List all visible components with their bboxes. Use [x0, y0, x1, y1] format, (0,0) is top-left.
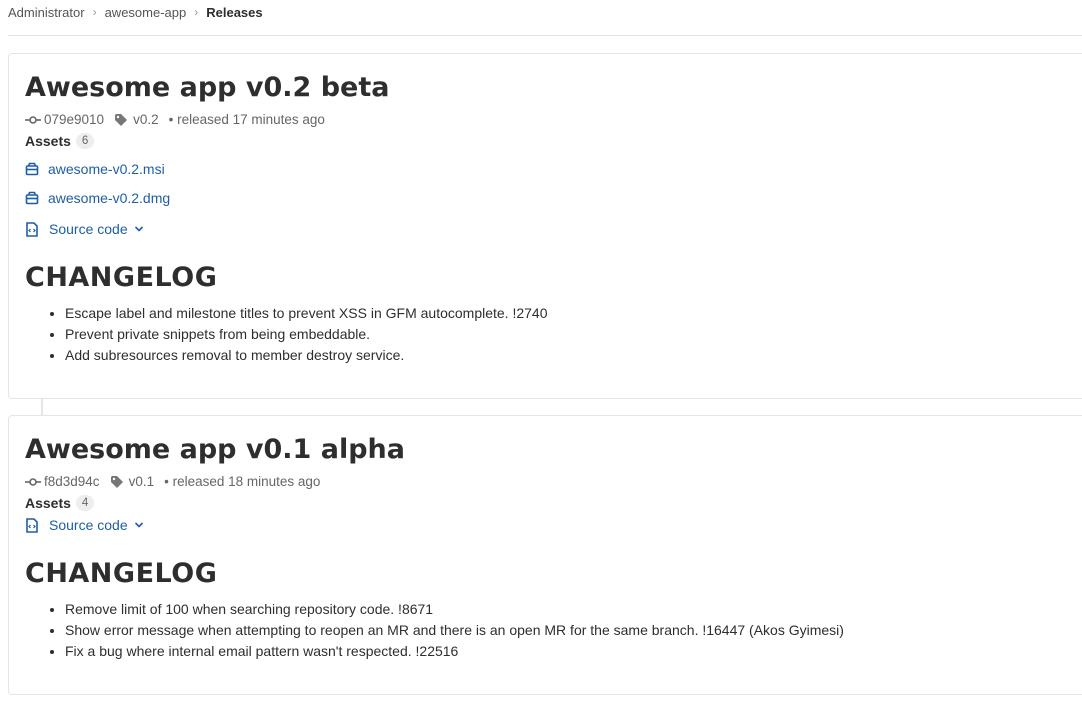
commit-icon	[25, 476, 41, 488]
chevron-down-icon	[134, 225, 144, 233]
breadcrumb-item-administrator[interactable]: Administrator	[8, 5, 85, 20]
doc-code-icon	[25, 221, 39, 237]
release-card: Awesome app v0.1 alpha f8d3d94c v0.1 • r…	[8, 415, 1082, 695]
tag-icon	[110, 475, 124, 489]
released-time: • released 18 minutes ago	[164, 474, 321, 489]
assets-label: Assets 6	[25, 133, 95, 149]
released-time: • released 17 minutes ago	[168, 112, 325, 127]
release-card: Awesome app v0.2 beta 079e9010 v0.2 • re…	[8, 53, 1082, 399]
changelog-heading: CHANGELOG	[25, 262, 218, 293]
asset-link[interactable]: awesome-v0.2.dmg	[25, 190, 170, 206]
release-title[interactable]: Awesome app v0.1 alpha	[25, 434, 405, 465]
tag-icon	[114, 113, 128, 127]
release-notes: Escape label and milestone titles to pre…	[25, 303, 548, 366]
breadcrumb-item-awesome-app[interactable]: awesome-app	[105, 5, 187, 20]
package-icon	[25, 191, 39, 205]
assets-label: Assets 4	[25, 495, 95, 511]
list-item: Show error message when attempting to re…	[65, 620, 844, 641]
tag-name[interactable]: v0.2	[133, 112, 159, 127]
list-item: Remove limit of 100 when searching repos…	[65, 599, 844, 620]
list-item: Add subresources removal to member destr…	[65, 345, 548, 366]
changelog-heading: CHANGELOG	[25, 558, 218, 589]
release-meta: f8d3d94c v0.1 • released 18 minutes ago	[25, 474, 320, 489]
breadcrumb-item-releases: Releases	[206, 5, 263, 20]
asset-link[interactable]: awesome-v0.2.msi	[25, 161, 165, 177]
source-code-dropdown[interactable]: Source code	[25, 221, 144, 237]
breadcrumb: Administrator › awesome-app › Releases	[8, 0, 1082, 36]
breadcrumb-chevron-icon: ›	[92, 5, 97, 19]
source-code-dropdown[interactable]: Source code	[25, 517, 144, 533]
assets-count-badge: 6	[75, 133, 95, 149]
assets-count-badge: 4	[75, 495, 95, 511]
package-icon	[25, 162, 39, 176]
commit-sha[interactable]: f8d3d94c	[44, 474, 100, 489]
release-notes: Remove limit of 100 when searching repos…	[25, 599, 844, 662]
list-item: Fix a bug where internal email pattern w…	[65, 641, 844, 662]
breadcrumb-chevron-icon: ›	[194, 5, 199, 19]
tag-name[interactable]: v0.1	[129, 474, 155, 489]
releases-page: Administrator › awesome-app › Releases A…	[0, 0, 1082, 704]
list-item: Prevent private snippets from being embe…	[65, 324, 548, 345]
release-meta: 079e9010 v0.2 • released 17 minutes ago	[25, 112, 325, 127]
list-item: Escape label and milestone titles to pre…	[65, 303, 548, 324]
commit-sha[interactable]: 079e9010	[44, 112, 104, 127]
commit-icon	[25, 114, 41, 126]
doc-code-icon	[25, 517, 39, 533]
release-title[interactable]: Awesome app v0.2 beta	[25, 72, 390, 103]
timeline-connector	[41, 399, 43, 415]
chevron-down-icon	[134, 521, 144, 529]
